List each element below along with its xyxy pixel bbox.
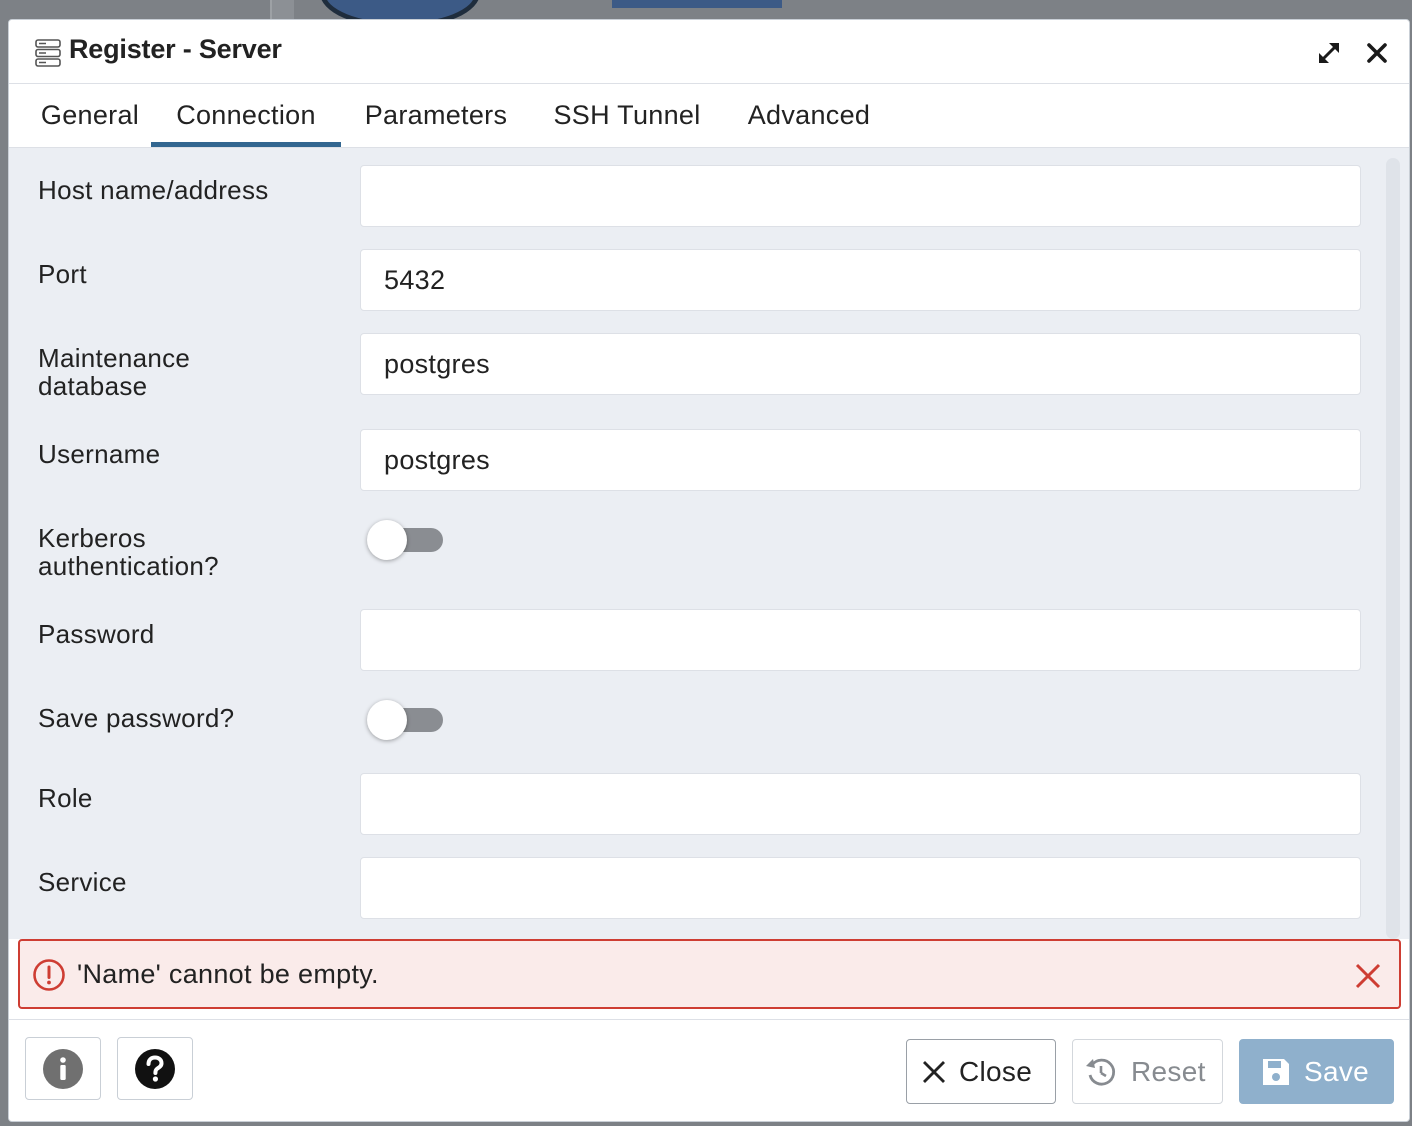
error-message-text: 'Name' cannot be empty. xyxy=(77,959,379,989)
service-input[interactable] xyxy=(360,857,1361,919)
maintenance-db-input[interactable] xyxy=(360,333,1361,395)
host-input[interactable] xyxy=(360,165,1361,227)
password-label: Password xyxy=(38,619,155,649)
close-button[interactable]: Close xyxy=(906,1039,1056,1104)
expand-button[interactable] xyxy=(1312,36,1346,70)
role-input[interactable] xyxy=(360,773,1361,835)
password-input[interactable] xyxy=(360,609,1361,671)
help-icon xyxy=(135,1048,175,1089)
close-x-icon xyxy=(921,1059,947,1085)
save-button[interactable]: Save xyxy=(1239,1039,1394,1104)
username-input[interactable] xyxy=(360,429,1361,491)
kerberos-label-line1: Kerberos xyxy=(38,523,146,553)
info-icon xyxy=(43,1048,83,1089)
info-button[interactable] xyxy=(25,1037,101,1100)
port-input[interactable] xyxy=(360,249,1361,311)
close-button-label: Close xyxy=(959,1055,1033,1087)
role-label: Role xyxy=(38,783,93,813)
username-label: Username xyxy=(38,439,161,469)
kerberos-toggle-thumb xyxy=(367,520,407,560)
dialog-titlebar: Register - Server xyxy=(9,20,1409,84)
background-panel xyxy=(270,0,294,20)
dialog-title: Register - Server xyxy=(69,34,282,64)
tab-ssh-tunnel[interactable]: SSH Tunnel xyxy=(541,84,713,147)
form-scrollbar[interactable] xyxy=(1386,158,1400,939)
expand-icon xyxy=(1319,43,1339,63)
error-dismiss-icon[interactable] xyxy=(1353,961,1383,991)
kerberos-toggle[interactable] xyxy=(367,520,445,560)
dialog-footer: Close Reset Save xyxy=(9,1019,1409,1121)
port-label: Port xyxy=(38,259,87,289)
tab-connection[interactable]: Connection xyxy=(151,84,341,147)
tab-general[interactable]: General xyxy=(29,84,151,147)
alert-circle-icon xyxy=(33,959,65,991)
service-label: Service xyxy=(38,867,127,897)
register-server-dialog: Register - Server General Connection Par… xyxy=(8,19,1410,1122)
kerberos-label: Kerberos authentication? xyxy=(38,524,219,580)
kerberos-label-line2: authentication? xyxy=(38,551,219,581)
connection-form: Host name/address Port Maintenance datab… xyxy=(9,148,1409,939)
reset-button[interactable]: Reset xyxy=(1072,1039,1223,1104)
reset-button-label: Reset xyxy=(1131,1055,1206,1087)
save-password-label: Save password? xyxy=(38,703,235,733)
save-password-toggle[interactable] xyxy=(367,700,445,740)
tab-parameters[interactable]: Parameters xyxy=(349,84,523,147)
save-button-label: Save xyxy=(1304,1055,1370,1087)
maintenance-db-label: Maintenance database xyxy=(38,344,190,400)
server-icon xyxy=(35,39,61,67)
close-icon xyxy=(1367,43,1387,63)
save-password-toggle-thumb xyxy=(367,700,407,740)
maintenance-db-label-line1: Maintenance xyxy=(38,343,191,373)
reset-icon xyxy=(1083,1054,1119,1090)
save-icon xyxy=(1260,1056,1292,1088)
dialog-close-button[interactable] xyxy=(1360,36,1394,70)
tab-bar: General Connection Parameters SSH Tunnel… xyxy=(9,84,1409,148)
maintenance-db-label-line2: database xyxy=(38,371,148,401)
error-message-bar: 'Name' cannot be empty. xyxy=(18,939,1401,1009)
host-label: Host name/address xyxy=(38,175,269,205)
tab-advanced[interactable]: Advanced xyxy=(731,84,887,147)
help-button[interactable] xyxy=(117,1037,193,1100)
